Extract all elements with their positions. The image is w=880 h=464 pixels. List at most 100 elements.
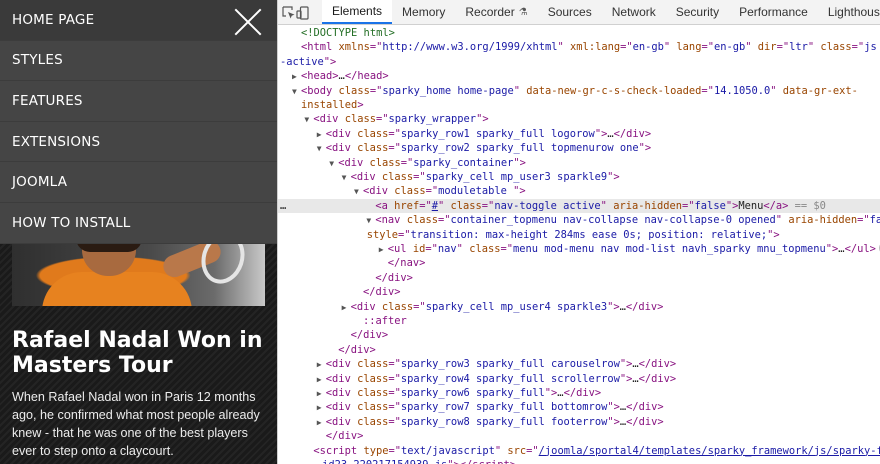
dom-token: sparky_cell mp_user4 sparkle3: [425, 300, 608, 313]
dom-token[interactable]: /joomla/sportal4/templates/sparky_framew…: [539, 445, 880, 457]
dom-node-line[interactable]: ▶ <div class="sparky_row7 sparky_full bot…: [278, 400, 880, 414]
dom-token: class: [344, 113, 376, 126]
tab-network[interactable]: Network: [602, 0, 666, 24]
dom-node-line[interactable]: ▶ <head>…</head>: [278, 69, 880, 83]
expand-arrow-icon[interactable]: ▶: [317, 128, 326, 141]
dom-token: </nav>: [387, 257, 426, 270]
dom-token: class: [357, 358, 389, 371]
dom-token: sparky_row7 sparky_full bottomrow: [400, 401, 608, 414]
dom-node-content: ▶ <div class="sparky_row8 sparky_full foo…: [317, 415, 664, 429]
expand-arrow-icon[interactable]: ▶: [317, 401, 326, 414]
dom-node-line[interactable]: </div>: [278, 285, 880, 299]
dom-node-line[interactable]: ▶ <div class="sparky_row6 sparky_full">…<…: [278, 386, 880, 400]
dom-node-line[interactable]: <html xmlns="http://www.w3.org/1999/xhtm…: [278, 40, 880, 54]
expand-arrow-icon[interactable]: ▶: [317, 358, 326, 371]
expand-arrow-icon[interactable]: ▶: [317, 416, 326, 429]
article-photo: [12, 238, 265, 306]
expand-arrow-icon[interactable]: ▶: [379, 243, 388, 256]
dom-node-line[interactable]: </div>: [278, 271, 880, 285]
dom-node-line[interactable]: -active">: [278, 55, 880, 69]
dom-node-line[interactable]: ▼ <div class="sparky_cell mp_user3 sparkl…: [278, 170, 880, 184]
dom-token: =": [375, 113, 389, 126]
inspect-element-icon[interactable]: [282, 0, 296, 25]
dom-token: <div: [325, 142, 351, 155]
tab-lighthouse[interactable]: Lighthouse: [818, 0, 880, 24]
dom-node-line[interactable]: ▶ <ul id="nav" class="menu mod-menu nav m…: [278, 242, 880, 256]
dom-token: <div: [325, 372, 351, 385]
collapse-arrow-icon[interactable]: ▼: [329, 157, 338, 170]
expand-arrow-icon[interactable]: ▶: [317, 387, 326, 400]
dom-token: <head>: [301, 70, 339, 83]
tab-memory[interactable]: Memory: [392, 0, 455, 24]
more-options-icon[interactable]: …: [280, 199, 286, 213]
dom-node-line[interactable]: </nav>: [278, 256, 880, 270]
dom-node-line[interactable]: </div>: [278, 429, 880, 443]
dom-node-line[interactable]: -id23-220217154939.js"></script>: [278, 458, 880, 464]
dom-token: </div>: [363, 286, 401, 299]
menu-item-joomla[interactable]: JOOMLA: [0, 162, 277, 203]
dom-node-line[interactable]: </div>: [278, 343, 880, 357]
dom-token: data-gr-ext-: [782, 84, 858, 97]
dom-token: =": [388, 415, 401, 428]
menu-item-features[interactable]: FEATURES: [0, 81, 277, 122]
devtools-panel: Elements Memory Recorder ⚗ Sources Networ…: [277, 0, 880, 464]
dom-node-content: ▶ <ul id="nav" class="menu mod-menu nav m…: [379, 242, 880, 256]
dom-node-line[interactable]: ▶ <div class="sparky_row3 sparky_full car…: [278, 357, 880, 371]
dom-token: =": [388, 387, 401, 399]
dom-token: =": [481, 199, 495, 212]
article-headline[interactable]: Rafael Nadal Won in Masters Tour: [12, 328, 270, 378]
dom-token: sparky_wrapper: [388, 113, 477, 126]
dom-token: lang: [676, 41, 702, 54]
dom-token: </div>: [563, 387, 602, 399]
dom-token: =": [701, 84, 714, 97]
tab-elements[interactable]: Elements: [322, 0, 393, 24]
menu-item-extensions[interactable]: EXTENSIONS: [0, 122, 277, 163]
collapse-arrow-icon[interactable]: ▼: [317, 142, 326, 155]
menu-item-how-to-install[interactable]: HOW TO INSTALL: [0, 203, 277, 244]
dom-node-line[interactable]: ▼ <body class="sparky_home home-page" dat…: [278, 84, 880, 98]
device-toolbar-icon[interactable]: [296, 0, 310, 25]
tab-recorder[interactable]: Recorder ⚗: [455, 0, 537, 24]
dom-token: </ul>: [844, 243, 876, 255]
dom-node-line[interactable]: ▼ <div class="sparky_container">: [278, 156, 880, 170]
tab-sources[interactable]: Sources: [538, 0, 602, 24]
dom-node-line[interactable]: ▼ <div class="sparky_row2 sparky_full top…: [278, 141, 880, 155]
dom-node-line[interactable]: ▶ <div class="sparky_row1 sparky_full log…: [278, 127, 880, 141]
dom-token: </div>: [338, 343, 376, 356]
dom-node-content: <!DOCTYPE html>: [292, 26, 395, 40]
dom-node-line[interactable]: installed>: [278, 98, 880, 112]
dom-node-line[interactable]: ▼ <nav class="container_topmenu nav-colla…: [278, 213, 880, 227]
dom-node-line[interactable]: ::after: [278, 314, 880, 328]
tab-performance[interactable]: Performance: [729, 0, 818, 24]
dom-token: =": [437, 214, 451, 227]
dom-node-line[interactable]: ▶ <div class="sparky_row8 sparky_full foo…: [278, 415, 880, 429]
expand-arrow-icon[interactable]: ▶: [317, 373, 326, 386]
dom-node-line[interactable]: <script type="text/javascript" src="/joo…: [278, 444, 880, 458]
tab-lighthouse-label: Lighthouse: [827, 5, 880, 19]
dom-node-line[interactable]: ▶ <div class="sparky_cell mp_user4 sparkl…: [278, 300, 880, 314]
expand-arrow-icon[interactable]: ▶: [292, 70, 301, 83]
dom-node-content: <script type="text/javascript" src="/joo…: [304, 444, 880, 458]
dom-token: sparky_container: [413, 156, 514, 169]
dom-token: </head>: [344, 70, 389, 83]
dom-token[interactable]: -id23-220217154939.js: [316, 459, 447, 464]
collapse-arrow-icon[interactable]: ▼: [354, 185, 363, 198]
dom-token: <a: [375, 199, 388, 212]
dom-node-line[interactable]: … <a href="#" class="nav-toggle active" a…: [278, 198, 880, 214]
dom-node-line[interactable]: ▼ <div class="sparky_wrapper">: [278, 112, 880, 126]
dom-node-line[interactable]: style="transition: max-height 284ms ease…: [278, 228, 880, 242]
collapse-arrow-icon[interactable]: ▼: [292, 85, 301, 98]
dom-token: =": [620, 41, 633, 54]
tab-security[interactable]: Security: [666, 0, 729, 24]
dom-node-line[interactable]: ▼ <div class="moduletable ">: [278, 184, 880, 198]
menu-item-styles[interactable]: STYLES: [0, 41, 277, 82]
dom-node-line[interactable]: ▶ <div class="sparky_row4 sparky_full scr…: [278, 372, 880, 386]
dom-node-line[interactable]: </div>: [278, 328, 880, 342]
close-menu-icon[interactable]: [233, 7, 263, 37]
dom-token: =": [682, 199, 695, 212]
expand-arrow-icon[interactable]: ▶: [342, 301, 351, 314]
dom-node-line[interactable]: <!DOCTYPE html>: [278, 26, 880, 40]
dom-node-content: </div>: [354, 285, 401, 299]
collapse-arrow-icon[interactable]: ▼: [342, 171, 351, 184]
dom-node-content: <html xmlns="http://www.w3.org/1999/xhtm…: [292, 40, 880, 54]
